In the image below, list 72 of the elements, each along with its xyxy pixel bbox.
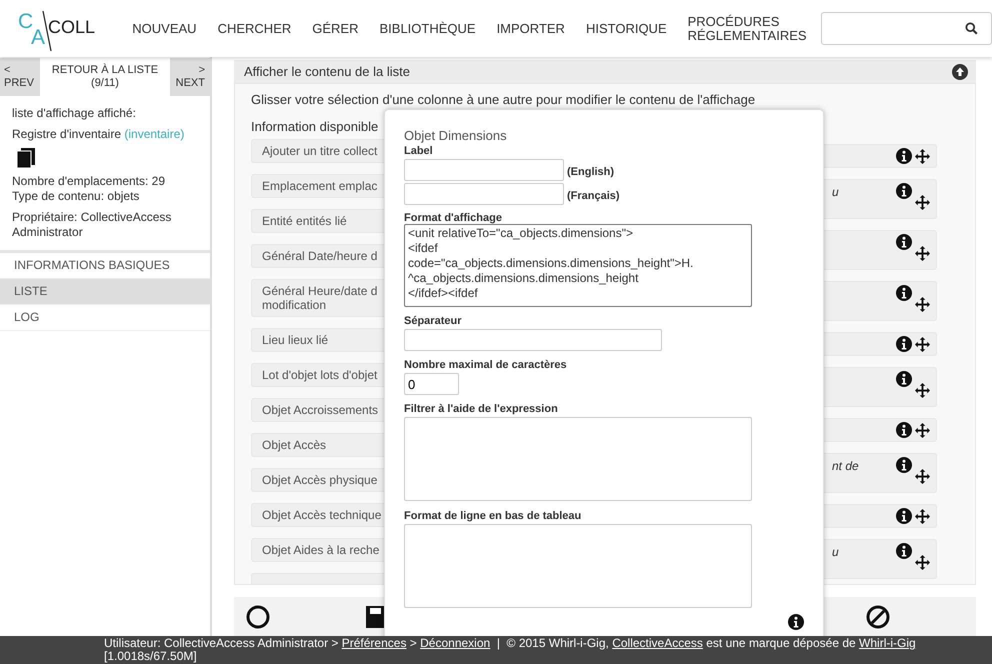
- move-icon[interactable]: [915, 336, 930, 352]
- logo-letter: A: [31, 26, 46, 50]
- footer-link[interactable]: Déconnexion: [420, 636, 490, 650]
- input-field[interactable]: 0: [404, 373, 459, 395]
- cancel-circle-icon[interactable]: [866, 604, 890, 629]
- footer-link[interactable]: Whirl-i-Gig: [859, 636, 916, 650]
- move-icon[interactable]: [915, 508, 930, 524]
- save-circle-icon[interactable]: [246, 604, 270, 629]
- sidebar-menu-item[interactable]: LISTE: [0, 279, 210, 305]
- info-icon[interactable]: [896, 508, 912, 524]
- info-icon[interactable]: [788, 614, 804, 630]
- info-icon[interactable]: [896, 457, 912, 474]
- move-icon[interactable]: [915, 195, 930, 210]
- column-heading: Information disponible: [251, 119, 378, 134]
- footer-text: Utilisateur: CollectiveAccess Administrator > Préférences > Déconnexion | © 2015 Whirl-i-Gig, CollectiveAccess est une marque déposée de Whirl-i-Gig: [104, 637, 917, 650]
- input-field[interactable]: [404, 159, 564, 181]
- move-icon[interactable]: [915, 555, 930, 570]
- info-icon[interactable]: [896, 543, 912, 560]
- move-icon[interactable]: [915, 246, 930, 262]
- nav-link[interactable]: CHERCHER: [218, 21, 292, 36]
- next-button[interactable]: > NEXT: [170, 58, 210, 96]
- search-icon[interactable]: [965, 22, 978, 35]
- search-field[interactable]: [820, 12, 992, 45]
- documents-icon[interactable]: [17, 148, 35, 168]
- info-icon[interactable]: [896, 285, 912, 302]
- info-icon[interactable]: [896, 422, 912, 438]
- logo-letter: C: [18, 10, 34, 33]
- nav-link[interactable]: BIBLIOTHÈQUE: [379, 21, 476, 36]
- info-heading: liste d'affichage affiché:: [12, 106, 137, 121]
- language-label: (Français): [567, 190, 620, 202]
- item-label: u: [832, 545, 839, 560]
- prev-button[interactable]: < PREV: [0, 58, 40, 96]
- instructions: Glisser votre sélection d'une colonne à une autre pour modifier le contenu de l'affichage: [251, 92, 756, 108]
- field-label: Séparateur: [404, 315, 462, 327]
- list-name: Registre d'inventaire (inventaire): [12, 127, 186, 142]
- field-label: Filtrer à l'aide de l'expression: [404, 403, 559, 415]
- info-icon[interactable]: [896, 371, 912, 388]
- nav-link[interactable]: IMPORTER: [496, 21, 565, 36]
- dialog-title: Objet Dimensions: [404, 128, 508, 143]
- item-label: u: [832, 185, 839, 200]
- field-label: Label: [404, 145, 434, 157]
- move-icon[interactable]: [915, 469, 930, 484]
- info-icon[interactable]: [896, 148, 912, 164]
- item-label: nt de: [832, 459, 859, 474]
- nav-link[interactable]: HISTORIQUE: [586, 21, 667, 36]
- logo-word[interactable]: COLL: [48, 17, 96, 38]
- footer-link[interactable]: Préférences: [342, 636, 406, 650]
- nav-link[interactable]: NOUVEAU: [132, 21, 197, 36]
- text-area[interactable]: <unit relativeTo="ca_objects.dimensions"> <ifdef code="ca_objects.dimensions.dimensions_height">H. ^ca_objects.dimensions.dimensions_height </ifdef><ifdef: [404, 224, 752, 307]
- info-icon[interactable]: [896, 336, 912, 352]
- move-icon[interactable]: [915, 148, 930, 164]
- move-icon[interactable]: [915, 383, 930, 398]
- input-field[interactable]: [404, 183, 564, 205]
- nav-link[interactable]: PROCÉDURES RÉGLEMENTAIRES: [688, 14, 808, 42]
- nav-link[interactable]: GÉRER: [312, 21, 358, 36]
- sidebar-menu-item[interactable]: LOG: [0, 305, 210, 331]
- field-label: Format d'affichage: [404, 212, 503, 224]
- info-icon[interactable]: [896, 183, 912, 200]
- move-icon[interactable]: [915, 422, 930, 438]
- input-field[interactable]: [404, 329, 662, 351]
- move-icon[interactable]: [915, 297, 930, 312]
- field-label: Nombre maximal de caractères: [404, 359, 568, 371]
- language-label: (English): [567, 166, 614, 178]
- info-icon[interactable]: [896, 234, 912, 250]
- list-owner: Propriétaire: CollectiveAccess Administrator: [12, 210, 172, 240]
- list-detail: Nombre d'emplacements: 29: [12, 174, 166, 189]
- field-label: Format de ligne en bas de tableau: [404, 510, 582, 522]
- panel-title: Afficher le contenu de la liste: [244, 64, 410, 80]
- list-detail: Type de contenu: objets: [12, 189, 140, 204]
- timing-text: [1.0018s/67.50M]: [104, 650, 198, 663]
- footer-link[interactable]: CollectiveAccess: [612, 636, 703, 650]
- collapse-icon[interactable]: [952, 64, 968, 80]
